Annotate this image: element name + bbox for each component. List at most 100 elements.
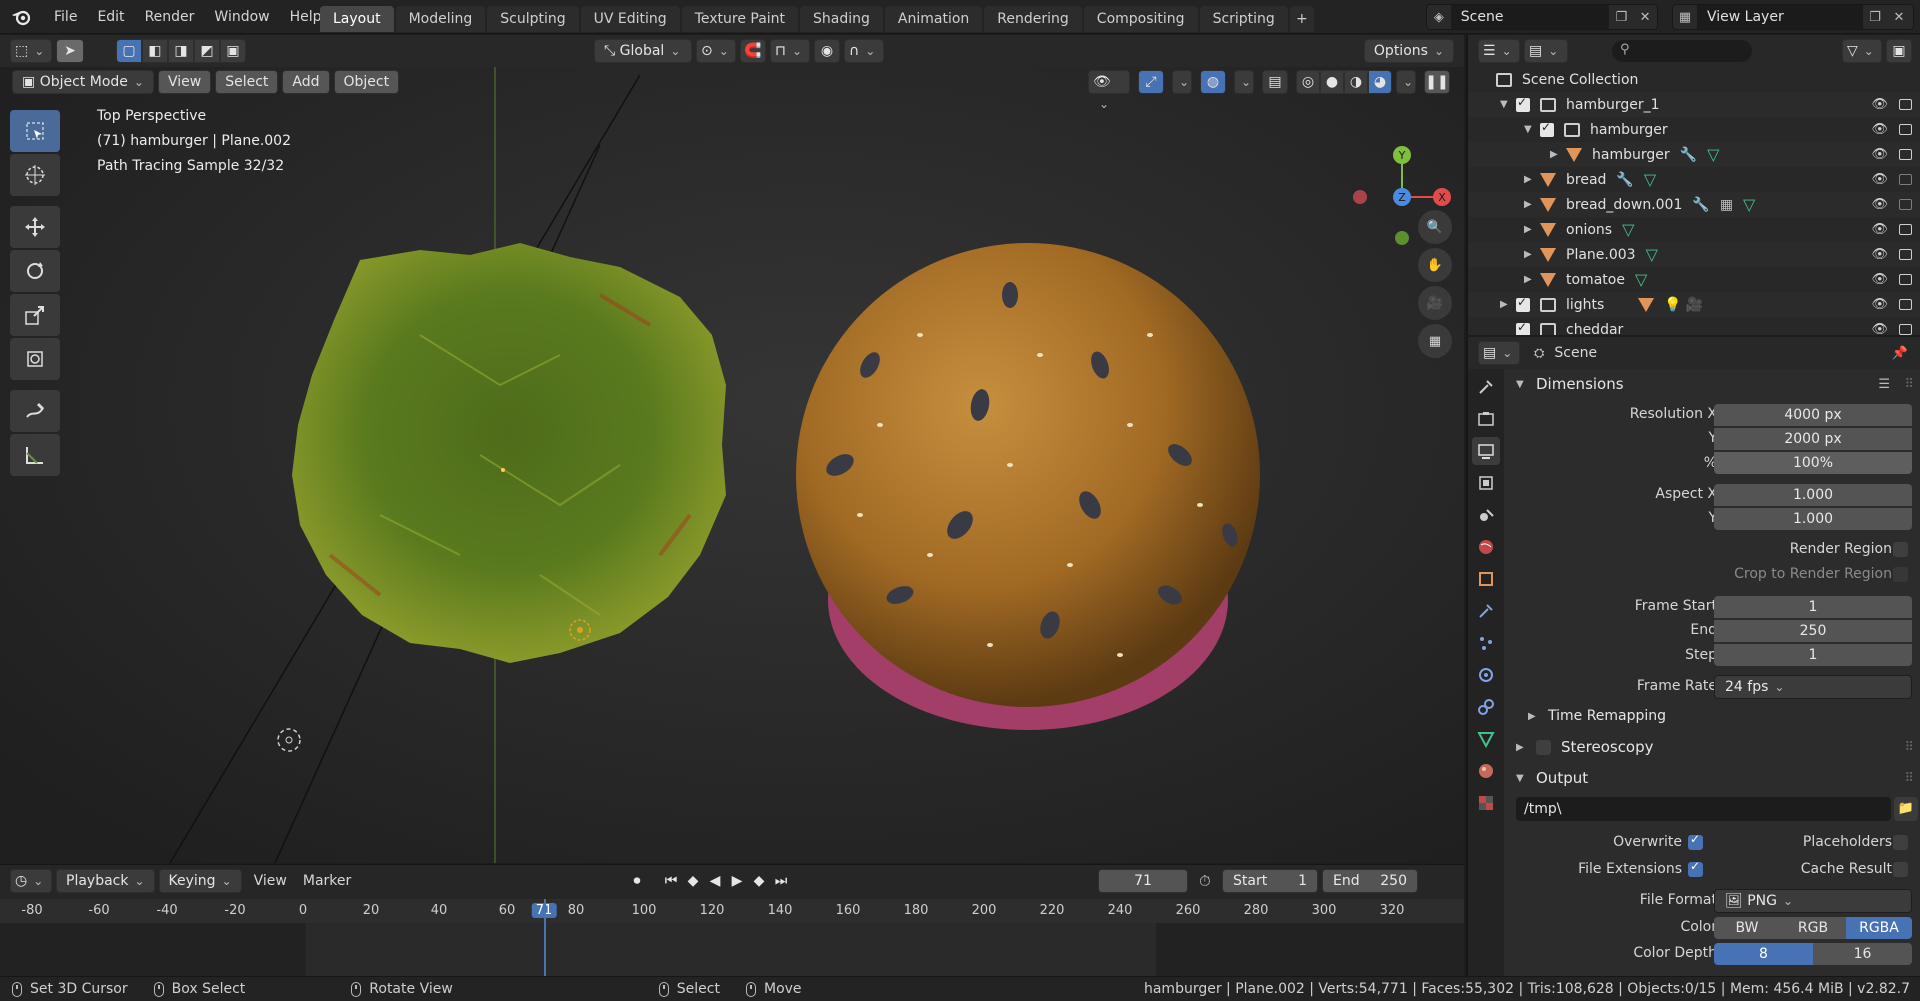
duplicate-scene-icon[interactable]: ❐ [1609, 5, 1633, 29]
select-box-tool-icon[interactable] [10, 110, 60, 152]
tab-uv-editing[interactable]: UV Editing [580, 6, 680, 32]
file-format-dropdown[interactable]: 🖼 PNG [1714, 889, 1912, 913]
select-new-icon[interactable]: ▢ [116, 39, 142, 63]
snap-toggle-icon[interactable]: 🧲 [740, 39, 766, 63]
outliner-row-bread[interactable]: ▶ bread 🔧 ▽ 👁 [1468, 167, 1920, 192]
outliner-row-onions[interactable]: ▶ onions ▽ 👁 [1468, 217, 1920, 242]
properties-editor[interactable]: ▤ ⛭ Scene 📌 ▼ Dimensions ☰ ⠿ Resolution X… [1466, 337, 1920, 976]
render-region-checkbox[interactable] [1893, 542, 1908, 557]
scene-collection-row[interactable]: Scene Collection [1468, 67, 1920, 92]
exclude-checkbox[interactable] [1516, 320, 1530, 335]
scale-tool-icon[interactable] [10, 294, 60, 336]
outliner-row-tomatoe[interactable]: ▶ tomatoe ▽ 👁 [1468, 267, 1920, 292]
eye-icon[interactable]: 👁 [1871, 222, 1888, 237]
eye-icon[interactable]: 👁 [1871, 297, 1888, 312]
view-menu[interactable]: View [157, 70, 212, 94]
crop-region-checkbox[interactable] [1893, 567, 1908, 582]
select-invert-icon[interactable]: ◩ [194, 39, 220, 63]
exclude-checkbox[interactable] [1516, 295, 1530, 312]
physics-tab-icon[interactable] [1472, 661, 1500, 689]
view-layer-browse-icon[interactable]: ▦ [1673, 5, 1697, 29]
stereoscopy-panel-header[interactable]: ▶ Stereoscopy [1516, 738, 1654, 756]
timeline-ruler[interactable]: -80 -60 -40 -20 0 20 40 60 71 80 100 120… [0, 899, 1464, 923]
mesh-data-icon[interactable]: ▽ [1635, 270, 1647, 289]
transform-orientation-dropdown[interactable]: ⤡ Global [594, 39, 692, 63]
drag-handle-icon[interactable]: ⠿ [1904, 740, 1914, 755]
view-layer-tab-icon[interactable] [1472, 469, 1500, 497]
tool-tab-icon[interactable] [1472, 373, 1500, 401]
shading-dropdown[interactable] [1396, 70, 1416, 94]
blender-logo-icon[interactable] [10, 7, 32, 27]
resolution-percent-field[interactable]: 100% [1714, 452, 1912, 474]
editor-type-button[interactable]: ⬚ [10, 39, 52, 63]
expand-icon[interactable]: ▼ [1524, 124, 1536, 135]
object-tab-icon[interactable] [1472, 565, 1500, 593]
texture-tab-icon[interactable] [1472, 789, 1500, 817]
eye-icon[interactable]: 👁 [1871, 147, 1888, 162]
remove-view-layer-icon[interactable]: ✕ [1887, 5, 1911, 29]
outliner-search-input[interactable]: ⚲ [1612, 40, 1752, 62]
mesh-data-icon[interactable]: ▽ [1743, 195, 1755, 214]
add-workspace-button[interactable]: + [1289, 6, 1314, 32]
eye-icon[interactable]: 👁 [1871, 172, 1888, 187]
color-depth-8-option[interactable]: 8 [1714, 943, 1813, 965]
pause-render-icon[interactable]: ❚❚ [1424, 70, 1450, 94]
transform-tool-icon[interactable] [10, 338, 60, 380]
new-collection-icon[interactable]: ▣ [1886, 39, 1912, 63]
cursor-tool-icon[interactable] [10, 154, 60, 196]
timeline-view-menu[interactable]: View [246, 873, 295, 889]
expand-icon[interactable]: ▶ [1524, 174, 1536, 185]
gizmo-dropdown[interactable] [1172, 70, 1192, 94]
eye-icon[interactable]: 👁 [1871, 322, 1888, 335]
color-rgba-option[interactable]: RGBA [1846, 917, 1912, 939]
menu-window[interactable]: Window [204, 0, 279, 34]
jump-end-icon[interactable]: ⏭ [770, 873, 792, 889]
camera-view-icon[interactable]: 🎥 [1418, 286, 1452, 320]
menu-render[interactable]: Render [135, 0, 205, 34]
file-extensions-checkbox[interactable] [1688, 859, 1703, 877]
end-frame-field[interactable]: End 250 [1322, 869, 1418, 893]
select-tool-icon[interactable]: ➤ [56, 39, 84, 63]
outliner[interactable]: ☰ ▤ ⚲ ▽ ▣ Scene Collection ▼ hamburger_1 👁… [1466, 35, 1920, 335]
output-path-input[interactable]: /tmp\ [1516, 797, 1891, 821]
material-shading-icon[interactable]: ◑ [1344, 70, 1368, 94]
keying-menu[interactable]: Keying [158, 869, 242, 893]
outliner-row-lights[interactable]: ▶ lights 💡🎥 👁 [1468, 292, 1920, 317]
tab-sculpting[interactable]: Sculpting [487, 6, 579, 32]
timeline-editor[interactable]: ◷ Playback Keying View Marker ⏺ ⏮ ◆ ◀ ▶ … [0, 864, 1464, 977]
measure-tool-icon[interactable] [10, 434, 60, 476]
modifier-icon[interactable]: 🔧 [1692, 197, 1709, 213]
marker-menu[interactable]: Marker [295, 873, 359, 889]
outliner-row-hamburger-1[interactable]: ▼ hamburger_1 👁 [1468, 92, 1920, 117]
particles-tab-icon[interactable] [1472, 629, 1500, 657]
xray-toggle-icon[interactable]: ▤ [1262, 70, 1288, 94]
duplicate-view-layer-icon[interactable]: ❐ [1863, 5, 1887, 29]
overlay-dropdown[interactable] [1234, 70, 1254, 94]
eye-icon[interactable]: 👁 [1871, 272, 1888, 287]
mode-dropdown[interactable]: ▣ Object Mode [12, 70, 154, 94]
eye-icon[interactable]: 👁 [1871, 122, 1888, 137]
constraints-tab-icon[interactable] [1472, 693, 1500, 721]
frame-step-field[interactable]: 1 [1714, 644, 1912, 666]
presets-icon[interactable]: ☰ [1878, 377, 1890, 392]
jump-start-icon[interactable]: ⏮ [660, 873, 682, 889]
gizmo-neg-x-icon[interactable] [1353, 190, 1367, 204]
ortho-toggle-icon[interactable]: ▦ [1418, 324, 1452, 358]
select-menu[interactable]: Select [215, 70, 279, 94]
eye-icon[interactable]: 👁 [1871, 197, 1888, 212]
expand-icon[interactable]: ▶ [1524, 274, 1536, 285]
proportional-edit-icon[interactable]: ◉ [814, 39, 840, 63]
playhead[interactable] [544, 899, 546, 977]
tab-layout[interactable]: Layout [320, 6, 394, 32]
outliner-editor-type-icon[interactable]: ☰ [1478, 39, 1520, 63]
modifier-icon[interactable]: 🔧 [1616, 172, 1633, 188]
frame-start-field[interactable]: 1 [1714, 596, 1912, 618]
record-icon[interactable]: ⏺ [626, 873, 648, 889]
render-camera-icon[interactable] [1899, 274, 1912, 285]
tab-rendering[interactable]: Rendering [984, 6, 1082, 32]
object-menu[interactable]: Object [333, 70, 400, 94]
select-extend-icon[interactable]: ◧ [142, 39, 168, 63]
output-panel-header[interactable]: ▼ Output [1516, 769, 1588, 787]
outliner-row-hamburger-mesh[interactable]: ▶ hamburger 🔧 ▽ 👁 [1468, 142, 1920, 167]
timeline-editor-type-icon[interactable]: ◷ [10, 869, 52, 893]
